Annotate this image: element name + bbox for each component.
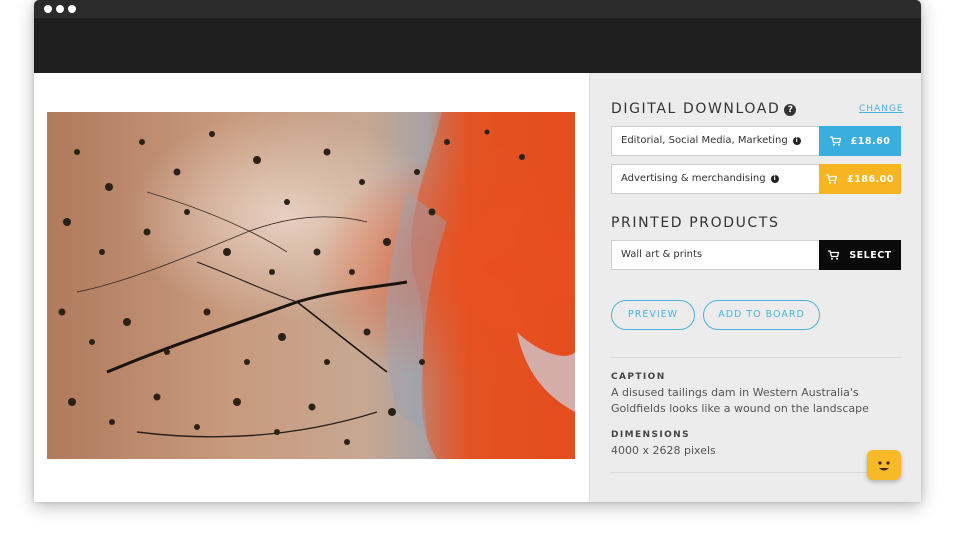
select-print-button[interactable]: SELECT <box>819 240 901 270</box>
help-icon[interactable]: ? <box>784 104 797 116</box>
select-label: SELECT <box>849 249 892 261</box>
add-to-board-button[interactable]: ADD TO BOARD <box>703 300 820 330</box>
info-icon[interactable]: i <box>792 137 801 145</box>
change-link[interactable]: CHANGE <box>859 104 904 114</box>
digital-download-heading: DIGITAL DOWNLOAD? <box>611 101 797 117</box>
aerial-landscape-photo[interactable] <box>47 112 575 459</box>
editorial-license-label: Editorial, Social Media, Marketing i <box>621 127 801 155</box>
image-detail-page: DIGITAL DOWNLOAD? CHANGE Editorial, Soci… <box>34 73 921 502</box>
window-titlebar <box>34 0 921 18</box>
advertising-license-row[interactable]: Advertising & merchandising i £186.00 <box>611 164 901 194</box>
advertising-license-text: Advertising & merchandising <box>621 173 766 184</box>
info-icon[interactable]: i <box>770 175 779 183</box>
divider <box>611 472 901 473</box>
caption-label: CAPTION <box>611 372 666 382</box>
site-header <box>34 18 921 73</box>
digital-download-title: DIGITAL DOWNLOAD <box>611 101 781 117</box>
dimensions-text: 4000 x 2628 pixels <box>611 444 716 457</box>
printed-products-heading: PRINTED PRODUCTS <box>611 215 780 231</box>
photo-illustration <box>47 112 575 459</box>
divider <box>611 357 901 358</box>
wall-art-row[interactable]: Wall art & prints SELECT <box>611 240 901 270</box>
caption-text: A disused tailings dam in Western Austra… <box>611 386 869 415</box>
editorial-license-row[interactable]: Editorial, Social Media, Marketing i £18.… <box>611 126 901 156</box>
purchase-panel: DIGITAL DOWNLOAD? CHANGE Editorial, Soci… <box>589 73 921 502</box>
cart-icon <box>829 136 841 146</box>
dimensions-label: DIMENSIONS <box>611 430 690 440</box>
wall-art-label: Wall art & prints <box>621 249 703 260</box>
minimize-window-dot[interactable] <box>56 5 64 13</box>
maximize-window-dot[interactable] <box>68 5 76 13</box>
advertising-license-label: Advertising & merchandising i <box>621 165 779 193</box>
advertising-price: £186.00 <box>847 173 894 185</box>
close-window-dot[interactable] <box>44 5 52 13</box>
editorial-license-text: Editorial, Social Media, Marketing <box>621 135 788 146</box>
chat-bot-icon[interactable] <box>867 450 901 480</box>
editorial-price-button[interactable]: £18.60 <box>819 126 901 156</box>
window-controls <box>44 5 76 13</box>
preview-button[interactable]: PREVIEW <box>611 300 695 330</box>
editorial-price: £18.60 <box>850 135 891 147</box>
advertising-price-button[interactable]: £186.00 <box>819 164 901 194</box>
app-window: DIGITAL DOWNLOAD? CHANGE Editorial, Soci… <box>34 0 921 502</box>
cart-icon <box>828 250 840 260</box>
cart-icon <box>826 174 838 184</box>
smiley-face-icon <box>877 450 891 471</box>
